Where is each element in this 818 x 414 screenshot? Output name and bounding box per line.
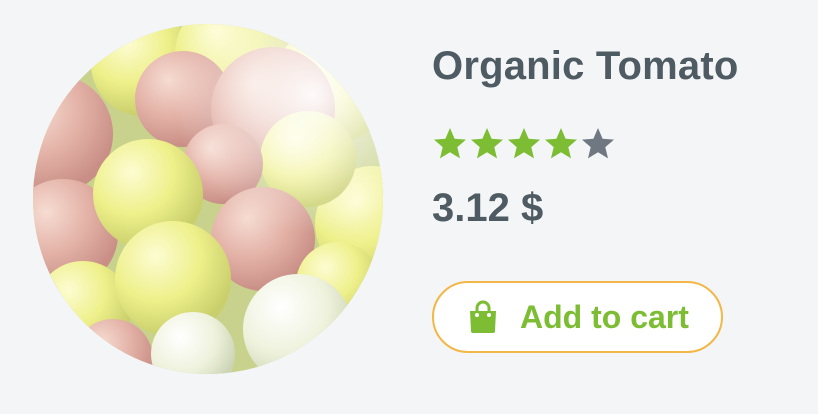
product-info: Organic Tomato 3.12 $ [432,36,812,232]
product-title: Organic Tomato [432,44,739,88]
star-filled-icon [545,128,577,159]
star-rating [432,124,812,164]
star-empty-icon [582,128,614,159]
add-to-cart-label: Add to cart [520,298,689,335]
shopping-bag-icon [470,300,496,333]
product-card: Organic Tomato 3.12 $ Add to cart [0,0,818,414]
star-filled-icon [434,128,466,159]
add-to-cart-button[interactable]: Add to cart [432,281,723,353]
product-image [33,24,383,374]
product-price: 3.12 $ [432,186,544,230]
star-filled-icon [471,128,503,159]
star-filled-icon [508,128,540,159]
